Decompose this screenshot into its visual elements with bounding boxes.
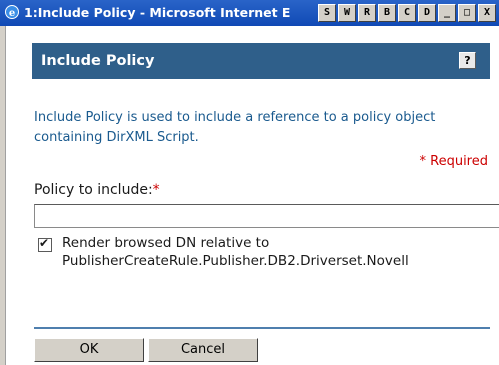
required-marker: * bbox=[152, 182, 160, 198]
maximize-button[interactable]: □ bbox=[458, 4, 476, 22]
internet-explorer-icon: e bbox=[5, 5, 19, 19]
ok-button[interactable]: OK bbox=[34, 338, 144, 362]
window-title: 1:Include Policy - Microsoft Internet E bbox=[24, 5, 291, 20]
window-b-button[interactable]: B bbox=[378, 4, 396, 22]
close-button[interactable]: X bbox=[478, 4, 496, 22]
dialog-title: Include Policy bbox=[41, 53, 155, 69]
required-note: * Required bbox=[419, 154, 489, 169]
render-relative-label[interactable]: Render browsed DN relative to PublisherC… bbox=[62, 234, 492, 270]
svg-text:e: e bbox=[9, 8, 15, 19]
window-r-button[interactable]: R bbox=[358, 4, 376, 22]
window-c-button[interactable]: C bbox=[398, 4, 416, 22]
help-button[interactable]: ? bbox=[459, 52, 476, 69]
minimize-button[interactable]: _ bbox=[438, 4, 456, 22]
window-left-border bbox=[0, 26, 6, 365]
policy-to-include-input[interactable] bbox=[34, 204, 499, 228]
titlebar-buttons: S W R B C D _ □ X bbox=[318, 4, 498, 22]
divider bbox=[34, 327, 490, 329]
dialog-header: Include Policy ? bbox=[32, 43, 490, 79]
window-w-button[interactable]: W bbox=[338, 4, 356, 22]
window-s-button[interactable]: S bbox=[318, 4, 336, 22]
window-d-button[interactable]: D bbox=[418, 4, 436, 22]
dialog-description: Include Policy is used to include a refe… bbox=[34, 110, 436, 145]
policy-field-label: Policy to include:* bbox=[34, 181, 160, 199]
cancel-button[interactable]: Cancel bbox=[148, 338, 258, 362]
window-titlebar[interactable]: e 1:Include Policy - Microsoft Internet … bbox=[0, 0, 499, 26]
checkmark-icon: ✔ bbox=[39, 236, 50, 250]
render-relative-checkbox[interactable]: ✔ bbox=[38, 236, 52, 252]
policy-field-label-text: Policy to include: bbox=[34, 182, 153, 198]
